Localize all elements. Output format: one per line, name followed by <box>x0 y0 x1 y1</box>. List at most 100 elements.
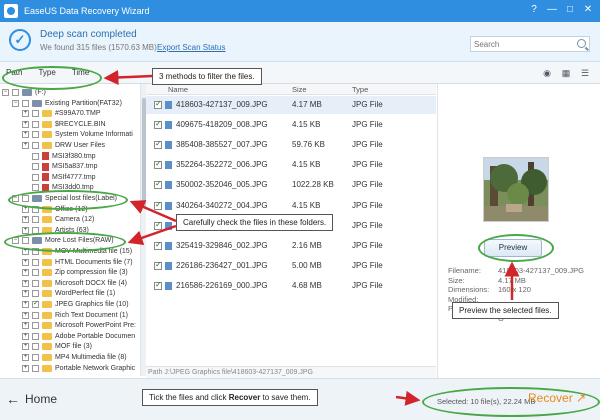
file-row[interactable]: 340264-340272_004.JPG 4.15 KB JPG File <box>146 197 436 215</box>
tree-item-checkbox[interactable] <box>32 364 39 372</box>
file-size: 4.17 MB <box>292 100 322 109</box>
tree-item[interactable]: + HTML Documents file (7) <box>22 257 133 268</box>
tree-item[interactable]: + Zip compression file (3) <box>22 267 128 278</box>
tree-item[interactable]: + Rich Text Document (1) <box>22 310 128 321</box>
tree-item-checkbox[interactable] <box>32 311 39 319</box>
tree-item[interactable]: + JPEG Graphics file (10) <box>22 299 129 310</box>
expand-toggle-icon[interactable]: + <box>22 322 29 330</box>
file-checkbox[interactable] <box>154 119 162 130</box>
file-checkbox[interactable] <box>154 260 162 270</box>
list-view-icon[interactable]: ☰ <box>580 68 590 78</box>
tree-item[interactable]: + #S99A70.TMP <box>22 108 101 119</box>
tree-item-checkbox[interactable] <box>32 269 39 277</box>
expand-toggle-icon[interactable]: + <box>22 311 29 319</box>
file-row[interactable]: 385408-385527_007.JPG 59.76 KB JPG File <box>146 136 436 154</box>
export-scan-status-link[interactable]: Export Scan Status <box>157 43 225 52</box>
tree-item-checkbox[interactable] <box>32 131 39 139</box>
search-input[interactable] <box>474 37 574 51</box>
tree-item[interactable]: + MOF file (3) <box>22 341 92 352</box>
file-row[interactable]: 418603-427137_009.JPG 4.17 MB JPG File <box>146 96 436 114</box>
column-size[interactable]: Size <box>292 85 307 94</box>
expand-toggle-icon[interactable]: + <box>22 110 29 118</box>
tree-item-checkbox[interactable] <box>32 354 39 361</box>
expand-toggle-icon[interactable]: − <box>12 99 19 107</box>
expand-toggle-icon[interactable]: + <box>22 131 29 139</box>
file-name: 385408-385527_007.JPG <box>176 140 268 150</box>
file-checkbox[interactable] <box>154 240 162 250</box>
tree-item-checkbox[interactable] <box>32 290 39 298</box>
tree-item[interactable]: + System Volume Informati <box>22 129 133 140</box>
search-box[interactable] <box>470 36 590 52</box>
tree-item[interactable]: + Microsoft DOCX file (4) <box>22 278 127 289</box>
expand-toggle-icon[interactable]: + <box>22 343 29 351</box>
tree-item[interactable]: + Microsoft PowerPoint Pre: <box>22 320 136 331</box>
tree-item-checkbox[interactable] <box>32 258 39 266</box>
column-name[interactable]: Name <box>168 85 188 94</box>
minimize-button[interactable]: — <box>544 3 560 17</box>
tree-item[interactable]: + MP4 Multimedia file (8) <box>22 352 127 363</box>
folder-tree[interactable]: − (F:) − Existing Partition(FAT32) + #S99A70.… <box>0 84 140 376</box>
tree-item[interactable]: − Existing Partition(FAT32) <box>12 98 122 109</box>
expand-toggle-icon[interactable]: + <box>22 269 29 277</box>
tree-item-checkbox[interactable] <box>32 110 39 118</box>
expand-toggle-icon[interactable]: + <box>22 290 29 298</box>
expand-toggle-icon[interactable]: + <box>22 279 29 287</box>
maximize-button[interactable]: □ <box>562 3 578 17</box>
tree-item-checkbox[interactable] <box>32 216 39 224</box>
tree-item-checkbox[interactable] <box>32 332 39 340</box>
expand-toggle-icon[interactable]: + <box>22 120 29 128</box>
file-checkbox[interactable] <box>154 280 162 290</box>
expand-toggle-icon[interactable]: + <box>22 301 29 308</box>
tree-item[interactable]: + Adobe Portable Documen <box>22 331 135 342</box>
highlight-more-lost-files <box>4 232 126 252</box>
tree-item-checkbox[interactable] <box>12 89 19 96</box>
file-row[interactable]: 350002-352046_005.JPG 1022.28 KB JPG File <box>146 176 436 194</box>
highlight-preview-button <box>478 234 554 262</box>
expand-toggle-icon[interactable]: + <box>22 258 29 266</box>
expand-toggle-icon[interactable]: + <box>22 216 29 224</box>
tree-item[interactable]: + Portable Network Graphic <box>22 363 135 374</box>
tree-item[interactable]: + Camera (12) <box>22 214 94 225</box>
expand-toggle-icon[interactable]: + <box>22 142 29 149</box>
tree-item-checkbox[interactable] <box>32 152 39 160</box>
expand-toggle-icon[interactable]: − <box>2 89 9 96</box>
expand-toggle-icon[interactable]: + <box>22 354 29 361</box>
file-checkbox[interactable] <box>154 179 162 190</box>
close-button[interactable]: ✕ <box>580 3 596 17</box>
tree-item-checkbox[interactable] <box>32 163 39 171</box>
file-row[interactable]: 352264-352272_006.JPG 4.15 KB JPG File <box>146 156 436 174</box>
tree-item[interactable]: +MSI3f380.tmp <box>22 151 96 162</box>
tree-item[interactable]: + WordPerfect file (1) <box>22 288 115 299</box>
file-checkbox[interactable] <box>154 200 162 210</box>
thumbnail-view-icon[interactable]: ▦ <box>561 68 571 78</box>
file-checkbox[interactable] <box>154 139 162 150</box>
search-icon[interactable] <box>577 39 586 48</box>
file-checkbox[interactable] <box>154 220 162 230</box>
help-button[interactable]: ? <box>526 3 542 17</box>
tree-item-checkbox[interactable] <box>22 99 29 107</box>
tree-item-checkbox[interactable] <box>32 173 39 181</box>
tree-item[interactable]: + DRW User Files <box>22 140 105 151</box>
file-checkbox[interactable] <box>154 99 162 109</box>
tree-item-checkbox[interactable] <box>32 279 39 287</box>
expand-toggle-icon[interactable]: + <box>22 332 29 340</box>
tree-item[interactable]: + $RECYCLE.BIN <box>22 119 106 130</box>
tree-item-checkbox[interactable] <box>32 322 39 330</box>
tree-item[interactable]: +MSIf4777.tmp <box>22 172 96 183</box>
file-checkbox[interactable] <box>154 159 162 170</box>
tree-item-checkbox[interactable] <box>32 343 39 351</box>
title-bar: EaseUS Data Recovery Wizard ? — □ ✕ <box>0 0 600 22</box>
home-button[interactable]: ← Home <box>6 391 57 407</box>
file-row[interactable]: 325419-329846_002.JPG 2.16 MB JPG File <box>146 237 436 255</box>
column-type[interactable]: Type <box>352 85 368 94</box>
expand-toggle-icon[interactable]: + <box>22 226 29 234</box>
tree-item-checkbox[interactable] <box>32 120 39 128</box>
tree-item-checkbox[interactable] <box>32 142 39 149</box>
preview-view-icon[interactable]: ◉ <box>542 68 552 78</box>
tree-item-checkbox[interactable] <box>32 299 39 308</box>
expand-toggle-icon[interactable]: + <box>22 364 29 372</box>
tree-item[interactable]: +MSI5a837.tmp <box>22 161 98 172</box>
file-row[interactable]: 409675-418209_008.JPG 4.15 KB JPG File <box>146 116 436 134</box>
file-row[interactable]: 226186-236427_001.JPG 5.00 MB JPG File <box>146 257 436 275</box>
file-row[interactable]: 216586-226169_000.JPG 4.68 MB JPG File <box>146 277 436 295</box>
